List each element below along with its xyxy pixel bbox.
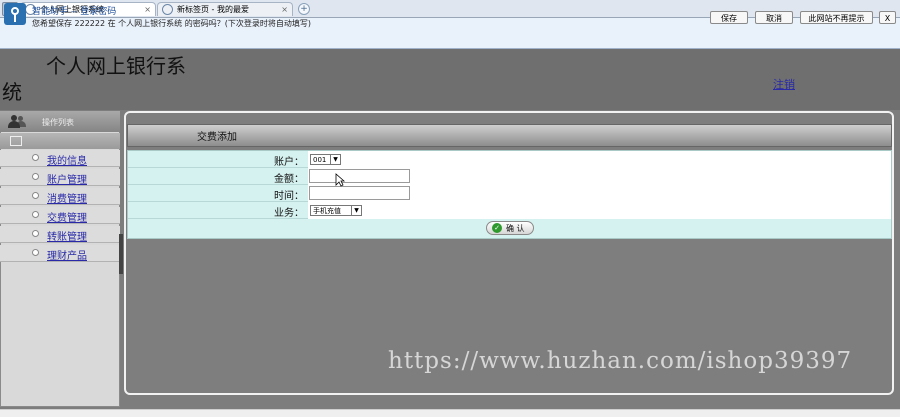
sidebar-link-transfer[interactable]: 转账管理 (47, 228, 87, 243)
key-icon (4, 3, 26, 25)
new-tab-icon[interactable]: + (298, 3, 310, 15)
panel-title: 交费添加 (197, 132, 237, 143)
check-icon: ✓ (492, 223, 502, 233)
chevron-down-icon: ▼ (330, 155, 340, 164)
page-icon (162, 4, 173, 15)
close-icon[interactable]: × (144, 5, 151, 14)
bullet-icon (32, 249, 39, 256)
users-icon (8, 115, 26, 129)
account-select[interactable]: 001 ▼ (310, 154, 341, 165)
collapse-icon[interactable] (10, 136, 22, 146)
bullet-icon (32, 154, 39, 161)
account-value: 001 (313, 156, 327, 164)
amount-input[interactable] (309, 169, 410, 183)
cancel-button[interactable]: 取消 (755, 11, 793, 24)
sidebar-link-payment[interactable]: 交费管理 (47, 209, 87, 224)
never-prompt-button[interactable]: 此网站不再提示 (800, 11, 873, 24)
bullet-icon (32, 173, 39, 180)
save-password-button[interactable]: 保存 (710, 11, 748, 24)
tab-new-page[interactable]: 新标签页 - 我的最爱 × (157, 2, 293, 16)
helper-message: 您希望保存 222222 在 个人网上银行系统 的密码吗？(下次登录时将自动填写… (32, 19, 311, 28)
form-cell (308, 151, 891, 168)
sidebar-link-my-info[interactable]: 我的信息 (47, 152, 87, 167)
bullet-icon (32, 230, 39, 237)
helper-title: 智能助手 -- 登录密码 (32, 7, 117, 17)
tab-label: 新标签页 - 我的最爱 (177, 5, 249, 14)
sidebar-link-account[interactable]: 账户管理 (47, 171, 87, 186)
chevron-down-icon: ▼ (351, 206, 361, 215)
business-value: 手机充值 (313, 207, 341, 215)
business-label: 业务： (274, 208, 304, 219)
confirm-button-label: 确 认 (506, 224, 525, 233)
close-icon[interactable]: × (281, 5, 288, 14)
account-label: 账户： (274, 157, 304, 168)
time-label: 时间： (274, 191, 304, 202)
amount-label: 金额： (274, 174, 304, 185)
sidebar-link-consumption[interactable]: 消费管理 (47, 190, 87, 205)
business-select[interactable]: 手机充值 ▼ (310, 205, 362, 216)
site-title: 个人网上银行系 (46, 54, 186, 78)
sidebar-toggle-handle[interactable] (119, 234, 123, 274)
logout-link[interactable]: 注销 (773, 76, 795, 92)
bullet-icon (32, 192, 39, 199)
sidebar-title: 操作列表 (42, 118, 74, 127)
form-cell (308, 202, 891, 219)
sidebar-link-finance[interactable]: 理财产品 (47, 247, 87, 262)
site-title-wrap: 统 (2, 80, 22, 104)
bullet-icon (32, 211, 39, 218)
watermark-text: https://www.huzhan.com/ishop39397 (388, 348, 853, 374)
close-helper-button[interactable]: X (879, 11, 896, 24)
mouse-cursor-icon (335, 173, 345, 187)
time-input[interactable] (309, 186, 410, 200)
panel-header (127, 124, 892, 147)
